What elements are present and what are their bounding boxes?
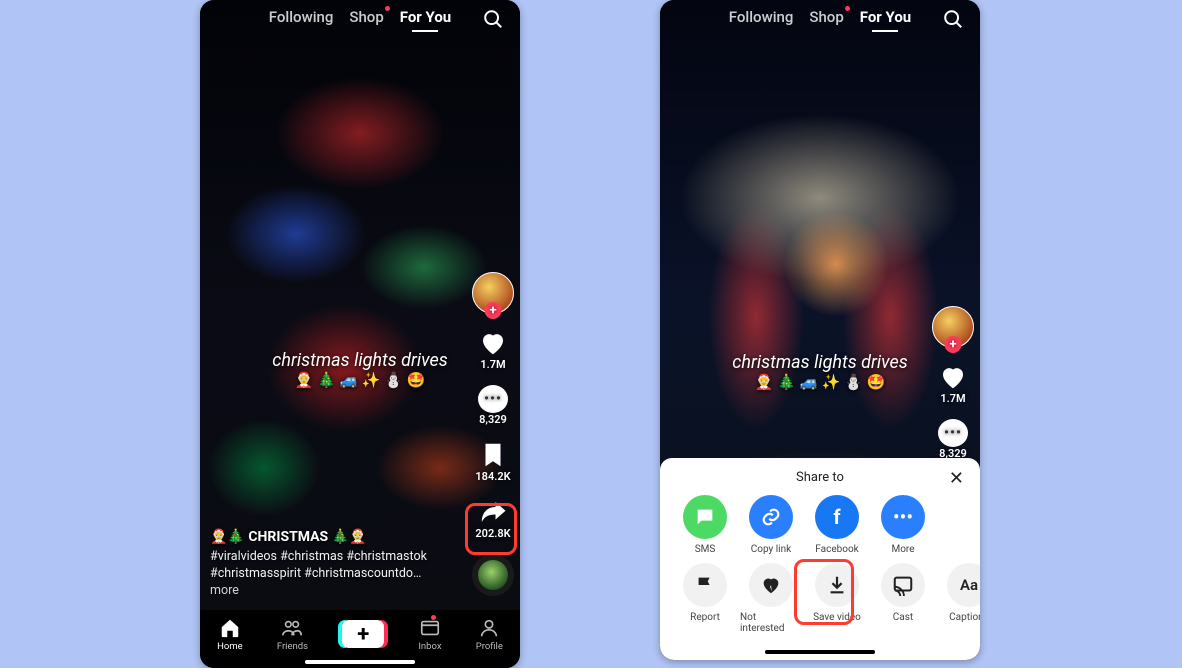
flag-icon	[683, 563, 727, 607]
follow-plus-icon[interactable]: +	[485, 302, 502, 319]
home-icon	[219, 617, 241, 639]
avatar-icon: +	[472, 272, 514, 314]
like-button[interactable]: 1.7M	[478, 328, 508, 371]
heart-icon	[478, 328, 508, 358]
link-icon	[749, 495, 793, 539]
caption-username: 🤶🎄 CHRISTMAS 🎄🤶	[210, 529, 450, 545]
search-icon	[942, 8, 964, 30]
share-row-actions: Report Not interested Save video Cast Aa…	[666, 563, 974, 642]
more-icon: •••	[881, 495, 925, 539]
captions-icon: Aa	[947, 563, 980, 607]
like-count: 1.7M	[480, 358, 505, 371]
nav-create[interactable]: +	[342, 620, 384, 648]
share-facebook[interactable]: f Facebook	[806, 495, 868, 555]
search-button[interactable]	[482, 8, 506, 32]
like-button[interactable]: 1.7M	[938, 362, 968, 405]
cast-icon	[881, 563, 925, 607]
search-icon	[482, 8, 504, 30]
caption-more[interactable]: more	[210, 583, 239, 598]
tab-following[interactable]: Following	[729, 8, 794, 32]
share-sms[interactable]: SMS	[674, 495, 736, 555]
share-count: 202.8K	[475, 527, 510, 540]
home-indicator[interactable]	[765, 650, 875, 654]
comment-icon: •••	[938, 419, 968, 447]
sms-icon	[683, 495, 727, 539]
home-indicator[interactable]	[305, 660, 415, 664]
sound-disc[interactable]	[472, 554, 514, 596]
bookmark-button[interactable]: 184.2K	[475, 440, 510, 483]
action-captions[interactable]: Aa Captions	[938, 563, 980, 634]
action-save-video[interactable]: Save video	[806, 563, 868, 634]
caption-area[interactable]: 🤶🎄 CHRISTMAS 🎄🤶 #viralvideos #christmas …	[210, 529, 450, 600]
comment-button[interactable]: ••• 8,329	[938, 419, 968, 460]
creator-avatar[interactable]: +	[932, 306, 974, 348]
inbox-icon	[419, 617, 441, 639]
right-action-rail: + 1.7M ••• 8,329 184.2K 202.8K	[472, 272, 514, 596]
tab-following[interactable]: Following	[269, 8, 334, 32]
share-sheet-title: Share to ✕	[666, 470, 974, 485]
comment-icon: •••	[478, 385, 508, 413]
download-icon	[815, 563, 859, 607]
heart-icon	[938, 362, 968, 392]
facebook-icon: f	[815, 495, 859, 539]
follow-plus-icon[interactable]: +	[945, 336, 962, 353]
creator-avatar[interactable]: +	[472, 272, 514, 314]
tab-for-you[interactable]: For You	[860, 8, 911, 32]
bookmark-icon	[478, 440, 508, 470]
nav-home[interactable]: Home	[217, 617, 243, 652]
friends-icon	[281, 617, 303, 639]
nav-profile[interactable]: Profile	[476, 617, 503, 652]
bookmark-count: 184.2K	[475, 470, 510, 483]
avatar-icon: +	[932, 306, 974, 348]
nav-friends[interactable]: Friends	[277, 617, 308, 652]
share-more[interactable]: ••• More	[872, 495, 934, 555]
tab-shop[interactable]: Shop	[349, 8, 383, 32]
share-row-targets: SMS Copy link f Facebook ••• More	[666, 495, 974, 563]
nav-inbox[interactable]: Inbox	[418, 617, 441, 652]
share-close-button[interactable]: ✕	[949, 468, 964, 489]
top-nav: Following Shop For You	[200, 8, 520, 32]
caption-hashtags: #viralvideos #christmas #christmastok #c…	[210, 549, 450, 600]
share-button[interactable]: 202.8K	[475, 497, 510, 540]
action-not-interested[interactable]: Not interested	[740, 563, 802, 634]
sound-disc-icon	[472, 554, 514, 596]
right-action-rail: + 1.7M ••• 8,329	[932, 306, 974, 460]
action-cast[interactable]: Cast	[872, 563, 934, 634]
tab-shop[interactable]: Shop	[809, 8, 843, 32]
search-button[interactable]	[942, 8, 966, 32]
share-arrow-icon	[478, 497, 508, 527]
phone-left: Following Shop For You christmas lights …	[200, 0, 520, 668]
share-copy-link[interactable]: Copy link	[740, 495, 802, 555]
phone-right: Following Shop For You christmas lights …	[660, 0, 980, 660]
inbox-notification-dot	[431, 615, 436, 620]
action-report[interactable]: Report	[674, 563, 736, 634]
shop-notification-dot	[845, 6, 850, 11]
share-sheet: Share to ✕ SMS Copy link f Facebook ••• …	[660, 458, 980, 660]
comment-button[interactable]: ••• 8,329	[478, 385, 508, 426]
shop-notification-dot	[385, 6, 390, 11]
profile-icon	[478, 617, 500, 639]
top-nav: Following Shop For You	[660, 8, 980, 32]
create-plus-icon: +	[342, 620, 384, 648]
like-count: 1.7M	[940, 392, 965, 405]
tab-for-you[interactable]: For You	[400, 8, 451, 32]
broken-heart-icon	[749, 563, 793, 607]
